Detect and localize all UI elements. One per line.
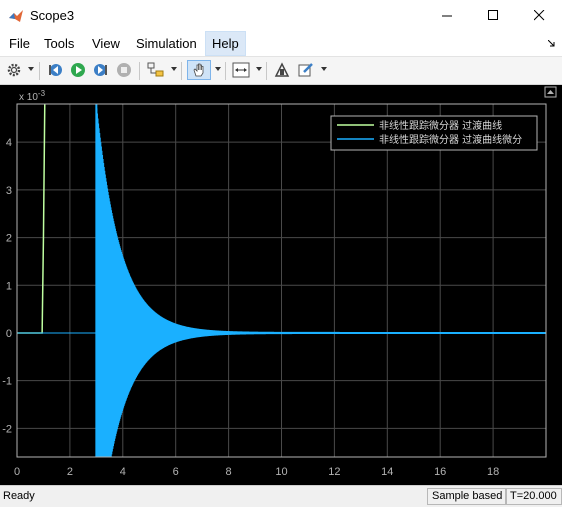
autoscale-button[interactable] [272, 60, 292, 80]
y-tick-label: 0 [6, 328, 12, 340]
zoom-x-button[interactable] [231, 60, 251, 80]
title-bar: Scope3 [0, 0, 562, 31]
highlight-dropdown-arrow[interactable] [171, 67, 177, 71]
exponent-label: x 10-3 [19, 89, 46, 103]
toolbar-separator [139, 62, 140, 80]
status-bar: Ready Sample based T=20.000 [0, 485, 562, 507]
x-tick-label: 18 [487, 466, 499, 478]
close-icon [533, 10, 544, 21]
legend: 非线性跟踪微分器 过渡曲线非线性跟踪微分器 过渡曲线微分 [330, 115, 538, 151]
y-tick-label: -2 [2, 423, 12, 435]
step-forward-icon [94, 64, 107, 76]
run-icon [71, 63, 85, 77]
sample-mode-indicator: Sample based [427, 488, 508, 505]
edit-button[interactable] [296, 60, 316, 80]
gear-icon [7, 63, 21, 77]
stop-icon [117, 63, 131, 77]
highlight-block-icon [147, 62, 164, 77]
x-tick-label: 2 [67, 466, 73, 478]
autoscale-icon [274, 62, 290, 77]
zoom-dropdown-arrow[interactable] [256, 67, 262, 71]
zoom-x-icon [232, 62, 250, 78]
minimize-icon [441, 15, 452, 17]
menu-help[interactable]: Help [205, 31, 246, 56]
toolbar [0, 56, 562, 85]
toolbar-separator [266, 62, 267, 80]
restore-layout-button[interactable] [544, 86, 557, 98]
toolbar-separator [39, 62, 40, 80]
window-title: Scope3 [30, 8, 75, 23]
x-tick-label: 8 [226, 466, 232, 478]
x-tick-label: 14 [381, 466, 393, 478]
stop-button[interactable] [114, 60, 134, 80]
minimize-button[interactable] [424, 0, 470, 31]
step-back-icon [49, 64, 62, 76]
menu-tools[interactable]: Tools [38, 31, 80, 56]
menu-file[interactable]: File [3, 31, 36, 56]
x-tick-labels: 0 2 4 6 8 10 12 14 16 18 [14, 466, 499, 478]
step-forward-button[interactable] [91, 60, 111, 80]
edit-dropdown-arrow[interactable] [321, 67, 327, 71]
y-tick-label: 2 [6, 233, 12, 245]
x-tick-label: 0 [14, 466, 20, 478]
simulation-time: T=20.000 [505, 488, 562, 505]
x-tick-label: 6 [173, 466, 179, 478]
pan-icon [193, 63, 204, 77]
status-ready: Ready [3, 490, 35, 502]
toolbar-separator [181, 62, 182, 80]
maximize-button[interactable] [470, 0, 516, 31]
legend-label: 非线性跟踪微分器 过渡曲线微分 [379, 133, 522, 146]
y-tick-label: 1 [6, 280, 12, 292]
scope-plot[interactable]: 43210-1-2 0 2 4 6 8 10 12 14 16 18 x 10-3 非线性跟踪微分… [0, 85, 562, 485]
menu-view[interactable]: View [86, 31, 126, 56]
edit-icon [298, 63, 313, 77]
pan-dropdown-arrow[interactable] [215, 67, 221, 71]
x-tick-label: 10 [275, 466, 287, 478]
toolbar-separator [225, 62, 226, 80]
menu-simulation[interactable]: Simulation [130, 31, 203, 56]
series-transition-curve [17, 103, 46, 334]
close-button[interactable] [516, 0, 562, 31]
pan-button[interactable] [187, 60, 211, 80]
scope-display[interactable]: 4 3 2 1 0 -1 -2 0 2 4 6 8 10 12 14 16 18 x 10-3 非线性跟踪微分… [0, 85, 562, 485]
menu-bar: File Tools View Simulation Help [0, 31, 562, 56]
legend-label: 非线性跟踪微分器 过渡曲线 [379, 119, 502, 132]
dock-arrow-icon[interactable] [548, 40, 556, 48]
highlight-block-button[interactable] [146, 60, 166, 80]
y-tick-label: 3 [6, 185, 12, 197]
maximize-icon [487, 10, 498, 20]
x-tick-label: 16 [434, 466, 446, 478]
y-tick-labels: 4 3 2 1 0 -1 -2 [2, 137, 12, 435]
settings-dropdown-arrow[interactable] [28, 67, 34, 71]
y-tick-label: 4 [6, 137, 12, 149]
x-tick-label: 4 [120, 466, 126, 478]
matlab-icon [9, 10, 23, 22]
step-back-button[interactable] [45, 60, 65, 80]
settings-button[interactable] [4, 60, 24, 80]
run-button[interactable] [68, 60, 88, 80]
y-tick-label: -1 [2, 376, 12, 388]
x-tick-label: 12 [328, 466, 340, 478]
